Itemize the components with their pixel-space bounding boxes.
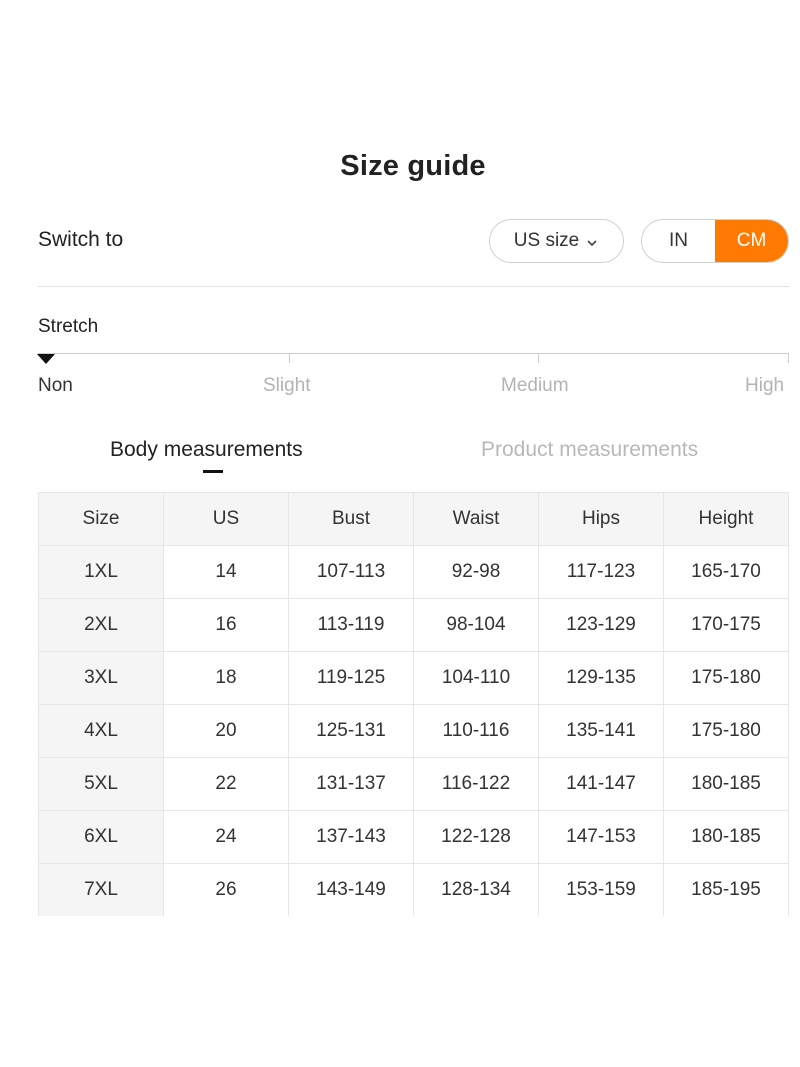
table-cell: 26 — [163, 863, 289, 916]
stretch-marker-icon — [37, 354, 55, 364]
table-cell: 14 — [163, 545, 289, 599]
table-cell: 98-104 — [413, 598, 539, 652]
column-header: Height — [663, 492, 789, 546]
table-header-row: Size US Bust Waist Hips Height — [38, 492, 789, 546]
column-header: Hips — [538, 492, 664, 546]
table-cell: 185-195 — [663, 863, 789, 916]
table-cell: 128-134 — [413, 863, 539, 916]
table-cell: 147-153 — [538, 810, 664, 864]
page-title: Size guide — [340, 150, 486, 182]
size-table: Size US Bust Waist Hips Height 1XL 14 10… — [38, 492, 789, 916]
table-cell: 143-149 — [288, 863, 414, 916]
table-row: 7XL 26 143-149 128-134 153-159 185-195 — [38, 863, 789, 916]
tab-product-measurements[interactable]: Product measurements — [481, 438, 698, 462]
table-cell: 125-131 — [288, 704, 414, 758]
table-cell: 180-185 — [663, 757, 789, 811]
table-cell: 175-180 — [663, 651, 789, 705]
table-cell: 24 — [163, 810, 289, 864]
table-cell: 110-116 — [413, 704, 539, 758]
table-cell: 22 — [163, 757, 289, 811]
table-cell: 1XL — [38, 545, 164, 599]
table-cell: 165-170 — [663, 545, 789, 599]
table-cell: 20 — [163, 704, 289, 758]
size-system-dropdown[interactable]: US size — [489, 219, 624, 263]
table-cell: 116-122 — [413, 757, 539, 811]
stretch-label: Stretch — [38, 316, 99, 337]
table-cell: 131-137 — [288, 757, 414, 811]
table-cell: 153-159 — [538, 863, 664, 916]
active-tab-indicator — [203, 470, 223, 473]
column-header: US — [163, 492, 289, 546]
table-row: 3XL 18 119-125 104-110 129-135 175-180 — [38, 651, 789, 705]
table-cell: 5XL — [38, 757, 164, 811]
stretch-level-medium: Medium — [501, 375, 569, 396]
table-cell: 123-129 — [538, 598, 664, 652]
stretch-tick — [788, 353, 789, 363]
table-cell: 6XL — [38, 810, 164, 864]
table-cell: 141-147 — [538, 757, 664, 811]
switch-to-label: Switch to — [38, 228, 124, 251]
column-header: Size — [38, 492, 164, 546]
table-row: 1XL 14 107-113 92-98 117-123 165-170 — [38, 545, 789, 599]
table-cell: 129-135 — [538, 651, 664, 705]
table-row: 6XL 24 137-143 122-128 147-153 180-185 — [38, 810, 789, 864]
column-header: Waist — [413, 492, 539, 546]
stretch-level-non: Non — [38, 375, 73, 396]
table-cell: 7XL — [38, 863, 164, 916]
unit-toggle[interactable]: IN CM — [641, 219, 789, 263]
stretch-tick — [289, 353, 290, 363]
size-system-value: US size — [513, 230, 580, 251]
table-cell: 3XL — [38, 651, 164, 705]
table-cell: 113-119 — [288, 598, 414, 652]
table-cell: 16 — [163, 598, 289, 652]
tab-body-measurements[interactable]: Body measurements — [110, 438, 303, 462]
stretch-tick — [538, 353, 539, 363]
table-cell: 122-128 — [413, 810, 539, 864]
table-cell: 104-110 — [413, 651, 539, 705]
table-cell: 18 — [163, 651, 289, 705]
section-divider — [38, 286, 789, 287]
table-cell: 107-113 — [288, 545, 414, 599]
unit-option-cm[interactable]: CM — [715, 220, 788, 262]
table-cell: 117-123 — [538, 545, 664, 599]
table-cell: 135-141 — [538, 704, 664, 758]
column-header: Bust — [288, 492, 414, 546]
table-cell: 180-185 — [663, 810, 789, 864]
table-cell: 2XL — [38, 598, 164, 652]
stretch-level-high: High — [745, 375, 785, 396]
table-cell: 4XL — [38, 704, 164, 758]
stretch-scale-line — [38, 353, 789, 354]
stretch-level-slight: Slight — [263, 375, 311, 396]
chevron-down-icon — [585, 234, 599, 248]
unit-option-in[interactable]: IN — [642, 220, 715, 262]
table-cell: 92-98 — [413, 545, 539, 599]
table-row: 5XL 22 131-137 116-122 141-147 180-185 — [38, 757, 789, 811]
table-row: 4XL 20 125-131 110-116 135-141 175-180 — [38, 704, 789, 758]
table-cell: 119-125 — [288, 651, 414, 705]
table-cell: 170-175 — [663, 598, 789, 652]
table-row: 2XL 16 113-119 98-104 123-129 170-175 — [38, 598, 789, 652]
table-cell: 137-143 — [288, 810, 414, 864]
table-cell: 175-180 — [663, 704, 789, 758]
